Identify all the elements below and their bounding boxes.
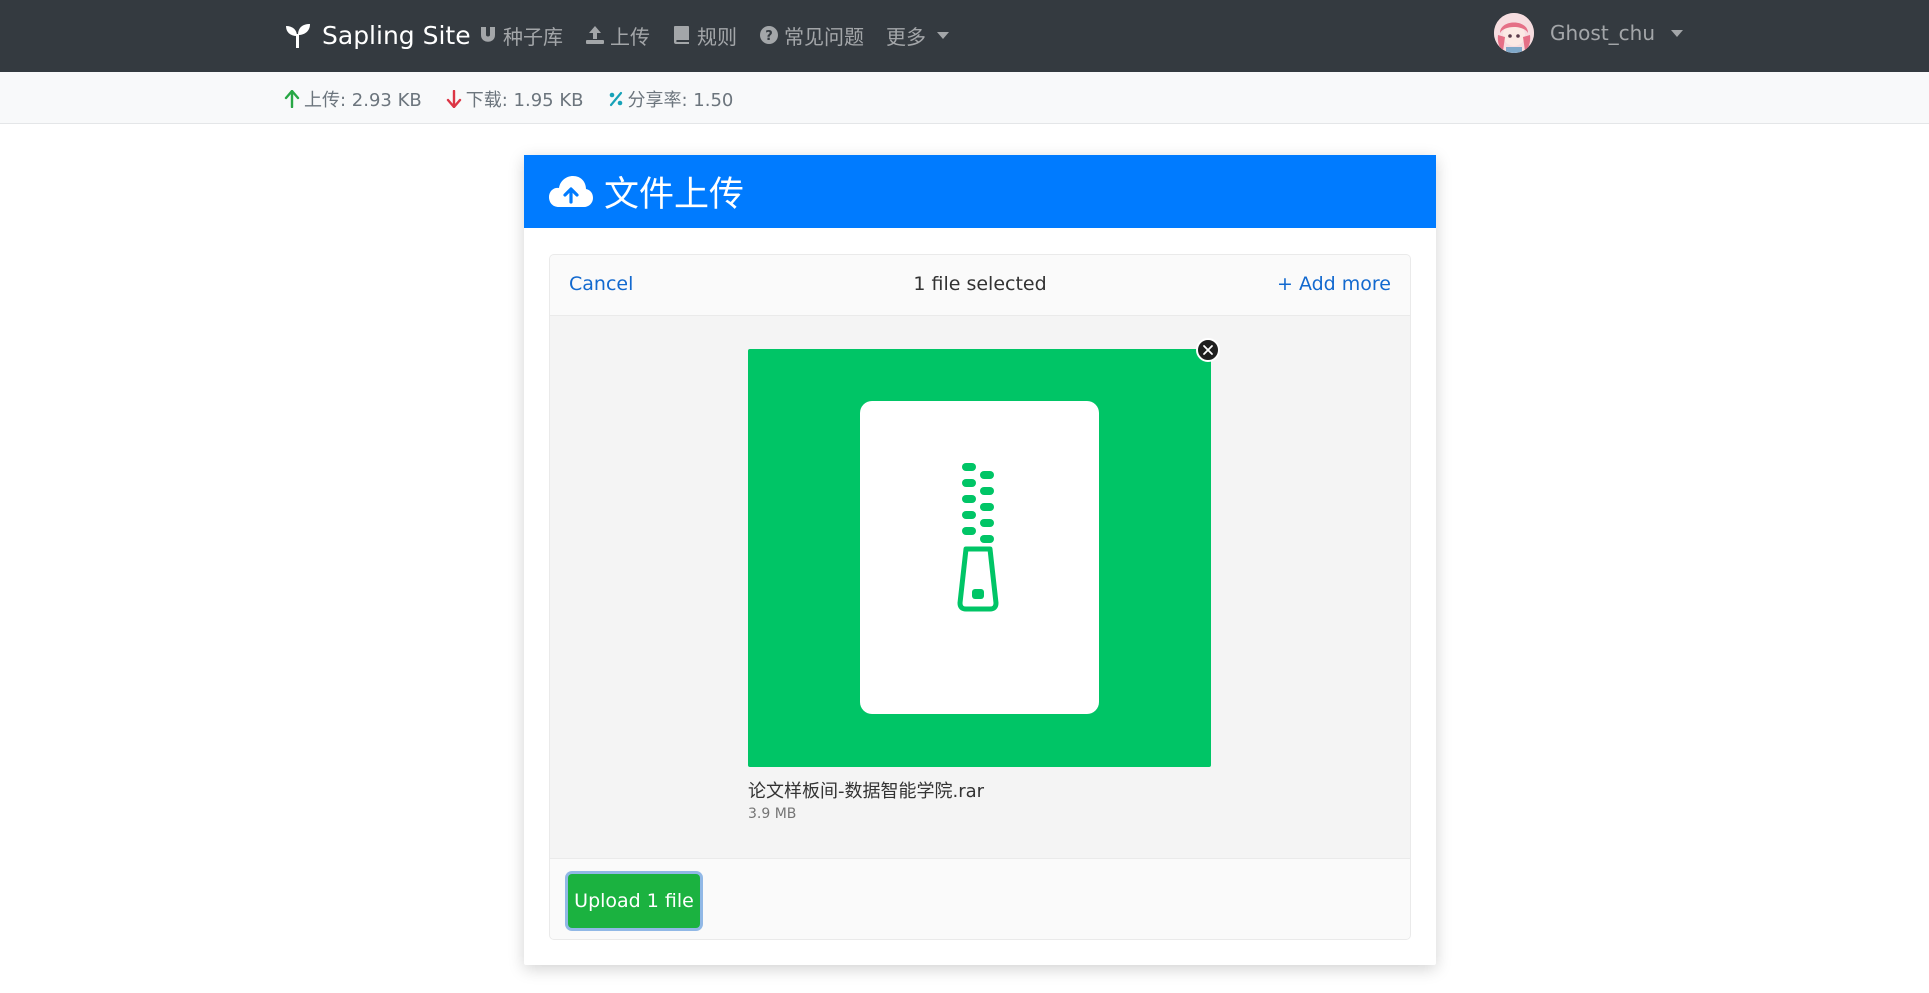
remove-file-button[interactable] bbox=[1196, 338, 1220, 362]
nav-torrents-label: 种子库 bbox=[503, 24, 563, 49]
arrow-up-icon bbox=[284, 90, 300, 108]
user-stats-bar: 上传: 2.93 KB 下载: 1.95 KB 分享率: 1.50 bbox=[0, 72, 1929, 124]
avatar bbox=[1494, 13, 1534, 53]
nav-more-label: 更多 bbox=[886, 24, 926, 49]
upload-icon bbox=[586, 26, 604, 44]
percent-icon bbox=[609, 91, 622, 107]
stat-download: 下载: 1.95 KB bbox=[446, 86, 584, 112]
file-type-card bbox=[860, 401, 1099, 714]
nav-torrents[interactable]: 种子库 bbox=[478, 21, 563, 50]
svg-text:?: ? bbox=[765, 29, 773, 44]
caret-down-icon bbox=[937, 31, 949, 39]
cloud-upload-icon bbox=[549, 175, 593, 207]
stat-ratio-text: 分享率: 1.50 bbox=[627, 90, 734, 111]
zip-archive-icon bbox=[957, 463, 999, 612]
close-icon bbox=[1203, 345, 1213, 355]
stat-download-text: 下载: 1.95 KB bbox=[465, 90, 584, 111]
magnet-icon bbox=[481, 27, 495, 42]
stat-ratio: 分享率: 1.50 bbox=[608, 86, 734, 112]
stat-upload-text: 上传: 2.93 KB bbox=[304, 90, 422, 111]
seedling-icon bbox=[286, 24, 310, 48]
book-icon bbox=[674, 26, 689, 44]
uppy-dashboard: 1 file selected Cancel + Add more 论文样板间-… bbox=[549, 254, 1411, 940]
file-size: 3.9 MB bbox=[748, 806, 797, 822]
brand-link[interactable]: Sapling Site bbox=[284, 17, 471, 53]
nav-more-dropdown[interactable]: 更多 bbox=[886, 21, 949, 50]
nav-faq[interactable]: ? 常见问题 bbox=[759, 21, 864, 50]
user-dropdown[interactable]: Ghost_chu bbox=[1494, 13, 1684, 53]
question-circle-icon: ? bbox=[760, 26, 778, 44]
top-navbar: Sapling Site 种子库 上传 规则 ? 常见问题 更多 Ghost_c… bbox=[0, 0, 1929, 72]
file-upload-card: 文件上传 1 file selected Cancel + Add more 论… bbox=[524, 155, 1436, 965]
uppy-statusbar: Upload 1 file bbox=[550, 858, 1410, 939]
nav-rules-label: 规则 bbox=[697, 24, 737, 49]
cancel-button[interactable]: Cancel bbox=[569, 273, 633, 295]
stat-upload: 上传: 2.93 KB bbox=[284, 86, 422, 112]
file-name: 论文样板间-数据智能学院.rar bbox=[748, 781, 985, 802]
nav-faq-label: 常见问题 bbox=[784, 24, 864, 49]
username: Ghost_chu bbox=[1550, 21, 1656, 45]
card-title: 文件上传 bbox=[604, 175, 745, 215]
nav-rules[interactable]: 规则 bbox=[672, 21, 737, 50]
upload-button[interactable]: Upload 1 file bbox=[568, 874, 700, 928]
card-header: 文件上传 bbox=[524, 155, 1436, 228]
brand-name: Sapling Site bbox=[322, 20, 471, 50]
caret-down-icon bbox=[1671, 29, 1684, 37]
uppy-topbar: 1 file selected Cancel + Add more bbox=[550, 255, 1410, 316]
nav-upload[interactable]: 上传 bbox=[585, 21, 650, 50]
arrow-down-icon bbox=[446, 90, 461, 108]
add-more-button[interactable]: + Add more bbox=[1277, 273, 1391, 295]
file-preview bbox=[748, 349, 1211, 767]
nav-upload-label: 上传 bbox=[610, 24, 650, 49]
